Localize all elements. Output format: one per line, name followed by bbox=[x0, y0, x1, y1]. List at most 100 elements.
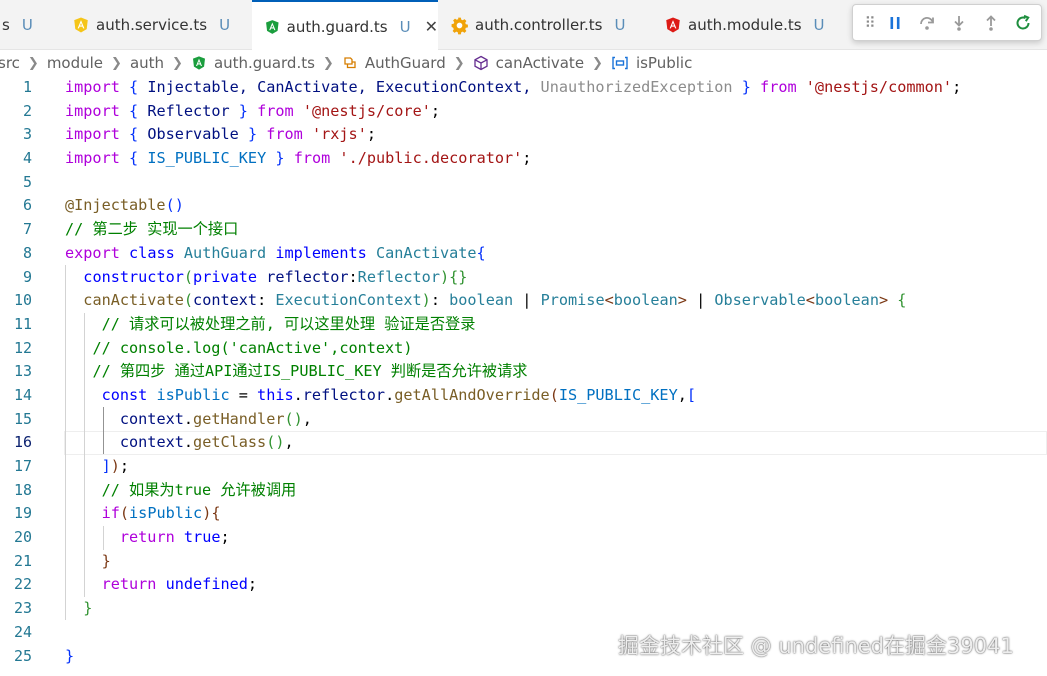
class-symbol-icon bbox=[344, 57, 356, 69]
variable: isPublic bbox=[129, 504, 203, 523]
code-editor[interactable]: 1 2 3 4 5 6 7 8 9 10 11 12 13 14 15 16 1… bbox=[0, 76, 1047, 676]
identifier: Observable bbox=[147, 125, 239, 144]
close-icon[interactable]: ✕ bbox=[425, 17, 438, 36]
pause-button[interactable] bbox=[879, 9, 911, 37]
code-line: constructor(private reflector:Reflector)… bbox=[83, 267, 468, 286]
code-line-current: context.getClass(), bbox=[119, 433, 294, 452]
breadcrumb-label: isPublic bbox=[635, 54, 693, 72]
keyword: private bbox=[193, 267, 258, 286]
breadcrumb-label: auth bbox=[129, 54, 165, 72]
step-over-button[interactable] bbox=[911, 9, 943, 37]
literal: undefined bbox=[165, 575, 248, 594]
line-number: 20 bbox=[13, 528, 32, 547]
code-line: import { Reflector } from '@nestjs/core'… bbox=[65, 101, 441, 120]
keyword: from bbox=[760, 78, 797, 96]
code-line: import { Injectable, CanActivate, Execut… bbox=[65, 78, 962, 96]
keyword: return bbox=[119, 528, 175, 547]
code-line: const isPublic = this.reflector.getAllAn… bbox=[101, 385, 697, 404]
breadcrumb-item-module[interactable]: module bbox=[47, 54, 103, 72]
breadcrumb-item-auth[interactable]: auth bbox=[130, 54, 164, 72]
line-number: 13 bbox=[13, 362, 32, 381]
grip-glyph: ⠿ bbox=[864, 13, 876, 32]
pause-icon bbox=[890, 16, 900, 29]
class-name: AuthGuard bbox=[183, 243, 267, 262]
tab-label: auth.module.ts bbox=[688, 16, 802, 34]
tab-auth-guard[interactable]: auth.guard.ts U ✕ bbox=[252, 0, 438, 51]
method-call: getHandler bbox=[193, 409, 285, 428]
code-line: // 第四步 通过API通过IS_PUBLIC_KEY 判断是否允许被请求 bbox=[65, 360, 1045, 384]
variable-symbol-icon bbox=[612, 56, 628, 70]
keyword: import bbox=[65, 101, 120, 120]
chevron-right-icon: ❯ bbox=[111, 55, 122, 71]
breadcrumb-label: module bbox=[46, 54, 104, 72]
comment: // 第二步 实现一个接口 bbox=[65, 220, 239, 239]
comment: // 第四步 通过API通过IS_PUBLIC_KEY 判断是否允许被请求 bbox=[92, 362, 528, 381]
breadcrumb-item-file[interactable]: auth.guard.ts bbox=[191, 54, 315, 72]
tab-auth-service[interactable]: auth.service.ts U bbox=[72, 0, 248, 50]
breadcrumb-label: src bbox=[0, 54, 20, 72]
string-literal: 'rxjs' bbox=[311, 125, 367, 144]
variable: isPublic bbox=[156, 385, 230, 404]
code-line: return true; bbox=[119, 528, 230, 547]
method-call: getAllAndOverride bbox=[394, 385, 550, 404]
string-literal: './public.decorator' bbox=[339, 149, 523, 168]
chevron-right-icon: ❯ bbox=[27, 55, 39, 71]
line-number-current: 16 bbox=[13, 433, 32, 452]
chevron-right-icon: ❯ bbox=[322, 55, 334, 71]
restart-icon bbox=[1016, 14, 1030, 29]
type-name: boolean bbox=[613, 291, 678, 310]
tab-label: auth.service.ts bbox=[96, 16, 208, 34]
line-number: 24 bbox=[13, 622, 32, 641]
tab-auth-controller[interactable]: auth.controller.ts U bbox=[450, 0, 650, 50]
code-line: } bbox=[83, 599, 93, 618]
restart-button[interactable] bbox=[1007, 9, 1039, 37]
keyword: import bbox=[65, 125, 120, 144]
step-into-button[interactable] bbox=[943, 9, 975, 37]
tab-label: auth.controller.ts bbox=[475, 16, 603, 34]
interface-name: CanActivate bbox=[375, 243, 477, 262]
line-number: 2 bbox=[22, 101, 32, 120]
code-line: // 请求可以被处理之前, 可以这里处理 验证是否登录 bbox=[65, 313, 1045, 337]
line-number: 21 bbox=[13, 551, 32, 570]
line-number: 14 bbox=[13, 385, 32, 404]
chevron-right-icon: ❯ bbox=[592, 55, 603, 71]
identifier: Injectable, CanActivate, ExecutionContex… bbox=[147, 78, 532, 96]
code-line: } bbox=[101, 551, 111, 570]
keyword: from bbox=[257, 101, 294, 120]
step-into-icon bbox=[954, 15, 964, 31]
line-number: 8 bbox=[22, 243, 32, 262]
identifier: Reflector bbox=[147, 101, 230, 120]
tab-partial[interactable]: s U bbox=[0, 0, 56, 50]
breadcrumb-item-method[interactable]: canActivate bbox=[473, 54, 584, 72]
breadcrumb-item-variable[interactable]: isPublic bbox=[611, 54, 692, 72]
code-line: @Injectable() bbox=[65, 196, 184, 215]
breadcrumb-item-src[interactable]: src bbox=[0, 54, 20, 72]
property: reflector bbox=[302, 385, 386, 404]
keyword: this bbox=[257, 385, 294, 404]
code-line: return undefined; bbox=[101, 575, 258, 594]
keyword: from bbox=[266, 125, 303, 144]
drag-handle-icon[interactable]: ⠿ bbox=[861, 9, 879, 37]
breadcrumb-item-class[interactable]: AuthGuard bbox=[342, 54, 446, 72]
tab-auth-module[interactable]: auth.module.ts U bbox=[664, 0, 844, 50]
step-out-button[interactable] bbox=[975, 9, 1007, 37]
watermark-text: 掘金技术社区 @ undefined在掘金39041 bbox=[618, 634, 1014, 658]
debug-toolbar: ⠿ bbox=[852, 4, 1042, 41]
chevron-right-icon: ❯ bbox=[453, 55, 465, 71]
type-name: boolean bbox=[449, 291, 514, 310]
breadcrumb-label: AuthGuard bbox=[364, 54, 446, 72]
code-line: ]); bbox=[101, 457, 130, 475]
line-number: 12 bbox=[13, 338, 32, 357]
line-number: 22 bbox=[13, 575, 32, 594]
code-line: import { IS_PUBLIC_KEY } from './public.… bbox=[65, 149, 532, 168]
breadcrumb-label: canActivate bbox=[495, 54, 585, 72]
literal: true bbox=[183, 528, 221, 547]
line-number: 11 bbox=[13, 314, 32, 333]
parameter: reflector bbox=[266, 267, 349, 286]
breadcrumb: src ❯ module ❯ auth ❯ auth.guard.ts ❯ Au… bbox=[0, 50, 1047, 76]
code-text[interactable]: import { Injectable, CanActivate, Execut… bbox=[65, 76, 1045, 668]
identifier: IS_PUBLIC_KEY bbox=[147, 149, 267, 168]
breadcrumb-label: auth.guard.ts bbox=[213, 54, 315, 72]
keyword: if bbox=[101, 504, 120, 523]
tab-status-untracked: U bbox=[219, 16, 231, 34]
